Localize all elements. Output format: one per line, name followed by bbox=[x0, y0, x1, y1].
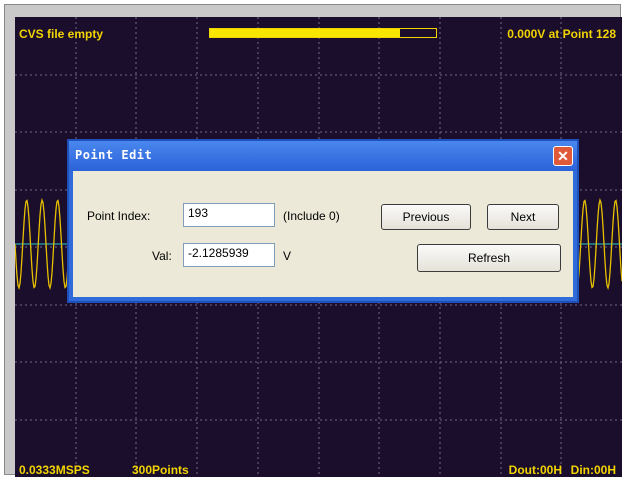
dialog-body: Point Index: 193 (Include 0) Previous Ne… bbox=[73, 171, 573, 297]
close-icon: ✕ bbox=[557, 148, 569, 164]
value-input[interactable]: -2.1285939 bbox=[183, 243, 275, 267]
point-index-input[interactable]: 193 bbox=[183, 203, 275, 227]
value-label: Val: bbox=[152, 249, 172, 263]
sample-rate-text: 0.0333MSPS bbox=[19, 463, 90, 477]
unit-label: V bbox=[283, 249, 292, 263]
file-status-text: CVS file empty bbox=[19, 27, 104, 41]
din-status: Din:00H bbox=[570, 463, 616, 477]
point-readout: 0.000V at Point 128 bbox=[507, 27, 616, 41]
dialog-title: Point Edit bbox=[75, 148, 153, 162]
application-window: CVS file empty 0.000V at Point 128 0.033… bbox=[4, 4, 622, 477]
progress-bar bbox=[209, 28, 437, 38]
point-index-label: Point Index: bbox=[87, 209, 151, 223]
include-zero-note: (Include 0) bbox=[283, 209, 340, 223]
point-edit-dialog: Point Edit ✕ Point Index: 193 (Include 0… bbox=[67, 139, 579, 303]
progress-fill bbox=[210, 29, 400, 37]
next-button[interactable]: Next bbox=[487, 204, 559, 230]
previous-button[interactable]: Previous bbox=[381, 204, 471, 230]
dialog-titlebar[interactable]: Point Edit ✕ bbox=[69, 141, 577, 171]
refresh-button[interactable]: Refresh bbox=[417, 244, 561, 272]
points-count-text: 300Points bbox=[132, 463, 189, 477]
close-button[interactable]: ✕ bbox=[553, 146, 573, 166]
dout-status: Dout:00H bbox=[508, 463, 562, 477]
